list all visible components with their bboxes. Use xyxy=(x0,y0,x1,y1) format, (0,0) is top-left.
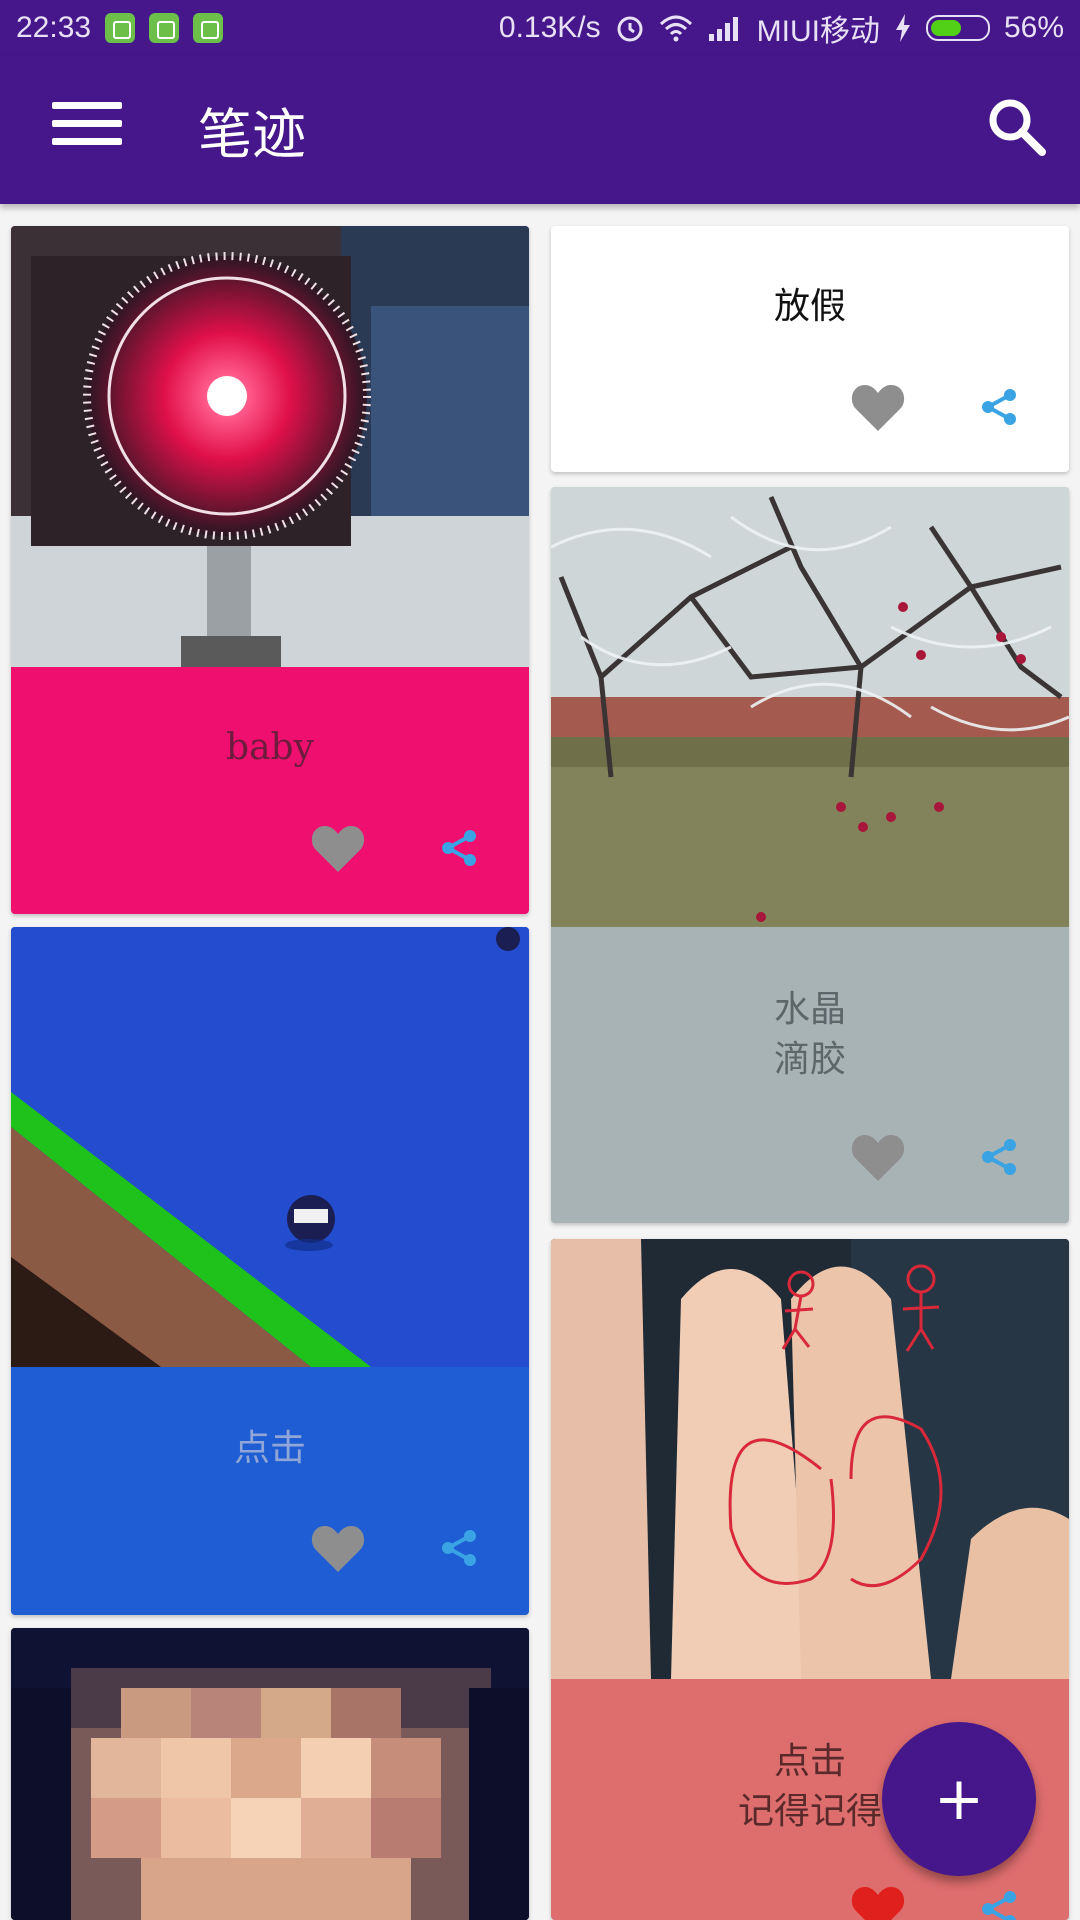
note-card-portrait[interactable] xyxy=(11,1628,529,1920)
status-time: 22:33 xyxy=(16,11,92,44)
heart-icon[interactable] xyxy=(310,1522,366,1574)
search-icon[interactable] xyxy=(984,94,1048,158)
signal-icon xyxy=(708,17,738,41)
note-text: 放假 xyxy=(773,286,846,327)
share-icon[interactable] xyxy=(979,387,1019,427)
note-card-dianji[interactable]: 点击 xyxy=(11,927,529,1615)
status-bar: 22:33 0.13K/s MIUI移动 56% xyxy=(0,0,1080,56)
battery-percent: 56% xyxy=(1003,11,1064,44)
notification-app-icon xyxy=(105,13,136,43)
alarm-icon xyxy=(617,16,643,42)
carrier-name: MIUI移动 xyxy=(756,15,880,48)
heart-icon[interactable] xyxy=(310,822,366,874)
share-icon[interactable] xyxy=(979,1889,1019,1920)
pixelated-portrait-photo xyxy=(11,1628,529,1920)
battery-level xyxy=(930,20,962,36)
wifi-icon xyxy=(659,15,692,42)
page-title: 笔迹 xyxy=(198,103,306,166)
battery-icon xyxy=(925,15,990,41)
note-body: 水晶 滴胶 xyxy=(551,927,1069,1223)
note-card-shuijing[interactable]: 水晶 滴胶 xyxy=(551,487,1069,1223)
note-card-fangjia[interactable]: 放假 xyxy=(551,226,1069,472)
heart-icon[interactable] xyxy=(850,1131,906,1183)
add-icon: + xyxy=(933,1764,985,1834)
network-speed: 0.13K/s xyxy=(498,11,601,44)
hamburger-menu-icon[interactable] xyxy=(52,96,124,156)
notification-app-icon xyxy=(193,13,224,43)
note-text: baby xyxy=(226,727,314,768)
note-body: 点击 xyxy=(11,1367,529,1615)
add-note-button[interactable]: + xyxy=(882,1722,1036,1876)
note-body: baby xyxy=(11,667,529,914)
finger-drawing-photo xyxy=(551,1239,1069,1679)
share-icon[interactable] xyxy=(439,1528,479,1568)
app-bar: 笔迹 xyxy=(0,56,1080,204)
note-card-baby[interactable]: baby xyxy=(11,226,529,914)
note-body: 放假 xyxy=(551,226,1069,472)
heart-icon[interactable] xyxy=(850,381,906,433)
note-text: 点击 xyxy=(233,1428,306,1469)
laser-protractor-photo xyxy=(11,226,529,667)
heart-icon[interactable] xyxy=(850,1883,906,1920)
share-icon[interactable] xyxy=(979,1137,1019,1177)
frosted-tree-photo xyxy=(551,487,1069,927)
charging-icon xyxy=(895,14,910,42)
notification-app-icon xyxy=(149,13,180,43)
share-icon[interactable] xyxy=(439,828,479,868)
billiard-table-photo xyxy=(11,927,529,1367)
note-text: 水晶 滴胶 xyxy=(773,989,846,1080)
